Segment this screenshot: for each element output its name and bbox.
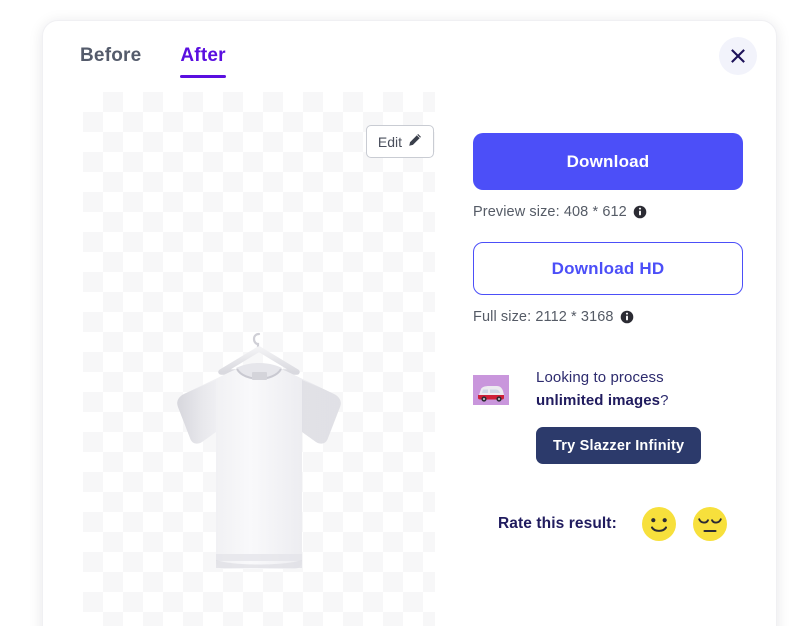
full-size-label: Full size: 2112 * 3168 [473,309,614,325]
promo-block: Looking to process unlimited images? [473,367,745,412]
edit-button[interactable]: Edit [366,125,434,158]
pencil-icon [408,133,422,150]
tshirt-image [164,332,354,592]
result-tabs: Before After [80,45,226,78]
download-button[interactable]: Download [473,133,743,190]
slightly-smiling-face-emoji [641,506,677,542]
result-image-panel: Edit [83,92,435,626]
preview-size-label: Preview size: 408 * 612 [473,204,627,220]
preview-size-line: Preview size: 408 * 612 [473,204,745,220]
promo-text-tail: ? [660,392,668,409]
tab-before[interactable]: Before [80,45,141,78]
rate-positive-button[interactable] [641,506,677,542]
close-button[interactable] [719,37,757,75]
download-hd-button[interactable]: Download HD [473,242,743,295]
close-icon [730,48,746,64]
rate-negative-button[interactable] [692,506,728,542]
tab-after[interactable]: After [180,45,225,78]
full-size-line: Full size: 2112 * 3168 [473,309,745,325]
result-modal: Before After Edit [42,20,777,626]
rating-label: Rate this result: [498,515,617,533]
car-thumbnail-icon [473,375,509,405]
edit-button-label: Edit [378,134,402,150]
promo-text: Looking to process unlimited images? [536,367,686,412]
full-size-info-icon[interactable] [620,310,634,324]
pensive-face-emoji [692,506,728,542]
try-slazzer-infinity-button[interactable]: Try Slazzer Infinity [536,427,701,464]
promo-text-strong: unlimited images [536,392,660,409]
promo-text-lead: Looking to process [536,369,664,386]
preview-size-info-icon[interactable] [633,205,647,219]
screen: Before After Edit [0,0,791,626]
rating-block: Rate this result: [498,506,745,542]
result-actions-panel: Download Preview size: 408 * 612 Downloa… [473,133,745,542]
